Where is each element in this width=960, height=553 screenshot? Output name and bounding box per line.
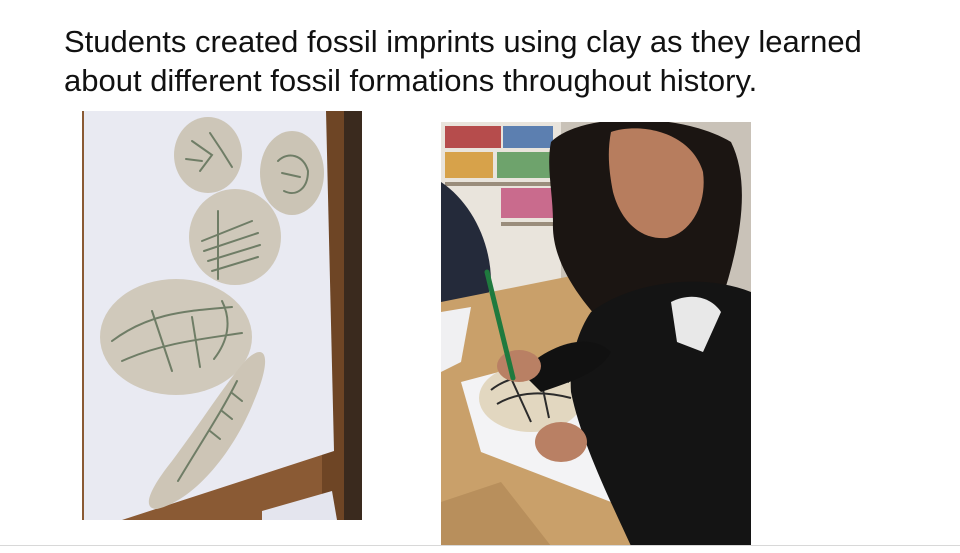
slide: Students created fossil imprints using c…: [0, 0, 960, 553]
caption-line-2: about different fossil formations throug…: [64, 63, 758, 98]
clay-fossils-photo: [82, 111, 362, 520]
bottom-divider: [0, 545, 960, 546]
student-drawing-photo: [441, 122, 751, 546]
caption-line-1: Students created fossil imprints using c…: [64, 24, 862, 59]
slide-caption: Students created fossil imprints using c…: [64, 22, 954, 100]
